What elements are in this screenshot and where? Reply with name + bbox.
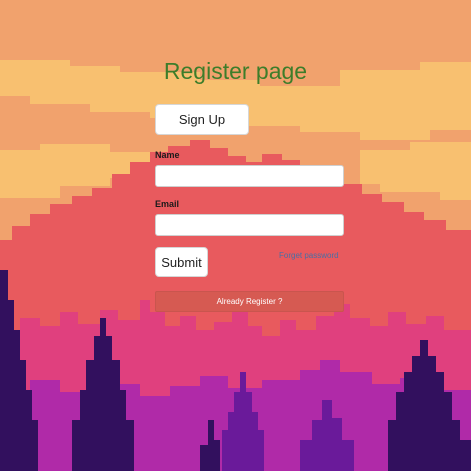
name-field[interactable] [155, 165, 344, 187]
email-field[interactable] [155, 214, 344, 236]
page-title: Register page [163, 58, 308, 84]
submit-button[interactable]: Submit [155, 247, 208, 277]
email-label: Email [155, 199, 180, 209]
forgot-password-link[interactable]: Forget password [279, 251, 339, 260]
already-registered-button[interactable]: Already Register ? [155, 291, 344, 312]
sign-up-button[interactable]: Sign Up [155, 104, 249, 135]
name-label: Name [155, 150, 180, 160]
